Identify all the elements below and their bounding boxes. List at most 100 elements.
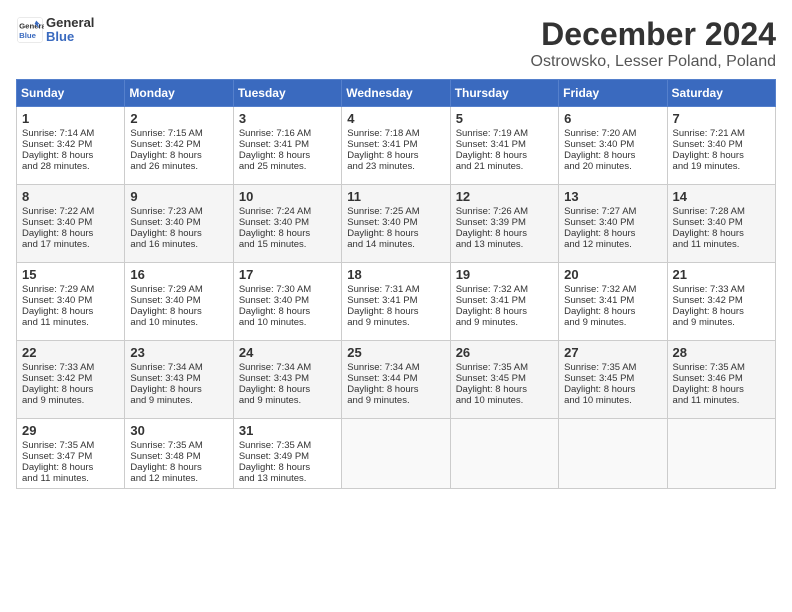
calendar-cell: 14Sunrise: 7:28 AMSunset: 3:40 PMDayligh… [667,185,775,263]
day-info: Daylight: 8 hours [456,306,553,317]
day-info: Sunrise: 7:25 AM [347,206,444,217]
day-info: Sunrise: 7:35 AM [564,362,661,373]
day-info: Sunset: 3:39 PM [456,217,553,228]
day-info: Sunrise: 7:29 AM [130,284,227,295]
calendar-cell: 31Sunrise: 7:35 AMSunset: 3:49 PMDayligh… [233,419,341,489]
calendar-cell: 19Sunrise: 7:32 AMSunset: 3:41 PMDayligh… [450,263,558,341]
day-number: 28 [673,345,770,360]
calendar-cell: 13Sunrise: 7:27 AMSunset: 3:40 PMDayligh… [559,185,667,263]
day-info: Daylight: 8 hours [673,384,770,395]
title-block: December 2024 Ostrowsko, Lesser Poland, … [531,16,776,71]
calendar-header-row: SundayMondayTuesdayWednesdayThursdayFrid… [17,80,776,107]
day-number: 3 [239,111,336,126]
day-info: and 16 minutes. [130,239,227,250]
logo-text: General Blue [46,16,94,45]
calendar-cell: 8Sunrise: 7:22 AMSunset: 3:40 PMDaylight… [17,185,125,263]
day-number: 17 [239,267,336,282]
day-info: Daylight: 8 hours [673,306,770,317]
day-info: and 10 minutes. [239,317,336,328]
calendar-cell: 23Sunrise: 7:34 AMSunset: 3:43 PMDayligh… [125,341,233,419]
day-info: Sunrise: 7:33 AM [22,362,119,373]
day-info: and 13 minutes. [456,239,553,250]
day-info: Sunset: 3:43 PM [130,373,227,384]
day-info: Daylight: 8 hours [130,384,227,395]
day-info: Sunset: 3:41 PM [347,139,444,150]
day-number: 11 [347,189,444,204]
day-info: and 11 minutes. [22,317,119,328]
day-number: 12 [456,189,553,204]
day-info: Sunrise: 7:35 AM [22,440,119,451]
day-info: Sunrise: 7:35 AM [130,440,227,451]
day-info: and 20 minutes. [564,161,661,172]
day-info: Daylight: 8 hours [22,306,119,317]
calendar-cell: 29Sunrise: 7:35 AMSunset: 3:47 PMDayligh… [17,419,125,489]
logo-icon: General Blue [16,16,44,44]
day-info: Daylight: 8 hours [239,306,336,317]
day-info: Daylight: 8 hours [673,228,770,239]
day-info: Sunset: 3:41 PM [239,139,336,150]
day-info: Sunset: 3:45 PM [456,373,553,384]
calendar-cell: 4Sunrise: 7:18 AMSunset: 3:41 PMDaylight… [342,107,450,185]
day-info: Sunrise: 7:16 AM [239,128,336,139]
day-info: Sunrise: 7:32 AM [564,284,661,295]
day-info: and 10 minutes. [456,395,553,406]
day-info: Sunrise: 7:30 AM [239,284,336,295]
day-info: Daylight: 8 hours [564,306,661,317]
day-info: Daylight: 8 hours [347,150,444,161]
day-number: 29 [22,423,119,438]
calendar-cell: 22Sunrise: 7:33 AMSunset: 3:42 PMDayligh… [17,341,125,419]
day-info: Sunset: 3:40 PM [22,217,119,228]
day-info: Sunset: 3:40 PM [130,217,227,228]
day-info: Sunset: 3:40 PM [239,295,336,306]
day-info: Sunset: 3:47 PM [22,451,119,462]
day-info: Daylight: 8 hours [239,384,336,395]
day-info: and 11 minutes. [22,473,119,484]
svg-text:General: General [19,22,44,31]
day-info: and 21 minutes. [456,161,553,172]
day-info: and 17 minutes. [22,239,119,250]
day-number: 1 [22,111,119,126]
day-info: Sunset: 3:40 PM [239,217,336,228]
calendar-cell: 12Sunrise: 7:26 AMSunset: 3:39 PMDayligh… [450,185,558,263]
day-info: Daylight: 8 hours [130,462,227,473]
day-number: 21 [673,267,770,282]
day-header-monday: Monday [125,80,233,107]
day-number: 13 [564,189,661,204]
calendar-cell: 30Sunrise: 7:35 AMSunset: 3:48 PMDayligh… [125,419,233,489]
day-info: Daylight: 8 hours [564,150,661,161]
day-number: 31 [239,423,336,438]
month-title: December 2024 [531,16,776,53]
day-info: Daylight: 8 hours [130,306,227,317]
day-info: Sunset: 3:42 PM [673,295,770,306]
calendar-cell: 25Sunrise: 7:34 AMSunset: 3:44 PMDayligh… [342,341,450,419]
day-info: Sunset: 3:48 PM [130,451,227,462]
calendar-cell: 10Sunrise: 7:24 AMSunset: 3:40 PMDayligh… [233,185,341,263]
day-info: Sunset: 3:41 PM [456,295,553,306]
calendar-cell: 24Sunrise: 7:34 AMSunset: 3:43 PMDayligh… [233,341,341,419]
day-info: Sunrise: 7:27 AM [564,206,661,217]
day-info: Daylight: 8 hours [130,228,227,239]
calendar-cell [342,419,450,489]
calendar-cell [559,419,667,489]
day-info: Daylight: 8 hours [239,462,336,473]
day-number: 14 [673,189,770,204]
calendar-cell: 26Sunrise: 7:35 AMSunset: 3:45 PMDayligh… [450,341,558,419]
calendar-cell [667,419,775,489]
day-info: Daylight: 8 hours [347,306,444,317]
day-info: and 11 minutes. [673,239,770,250]
day-info: Sunrise: 7:21 AM [673,128,770,139]
day-info: and 9 minutes. [673,317,770,328]
day-info: and 28 minutes. [22,161,119,172]
day-header-sunday: Sunday [17,80,125,107]
day-info: Sunset: 3:40 PM [564,217,661,228]
calendar-cell: 7Sunrise: 7:21 AMSunset: 3:40 PMDaylight… [667,107,775,185]
day-number: 19 [456,267,553,282]
day-info: Sunset: 3:49 PM [239,451,336,462]
day-info: and 9 minutes. [130,395,227,406]
day-number: 16 [130,267,227,282]
day-info: Sunrise: 7:14 AM [22,128,119,139]
day-info: and 15 minutes. [239,239,336,250]
day-number: 6 [564,111,661,126]
day-info: and 9 minutes. [347,317,444,328]
day-info: and 9 minutes. [564,317,661,328]
